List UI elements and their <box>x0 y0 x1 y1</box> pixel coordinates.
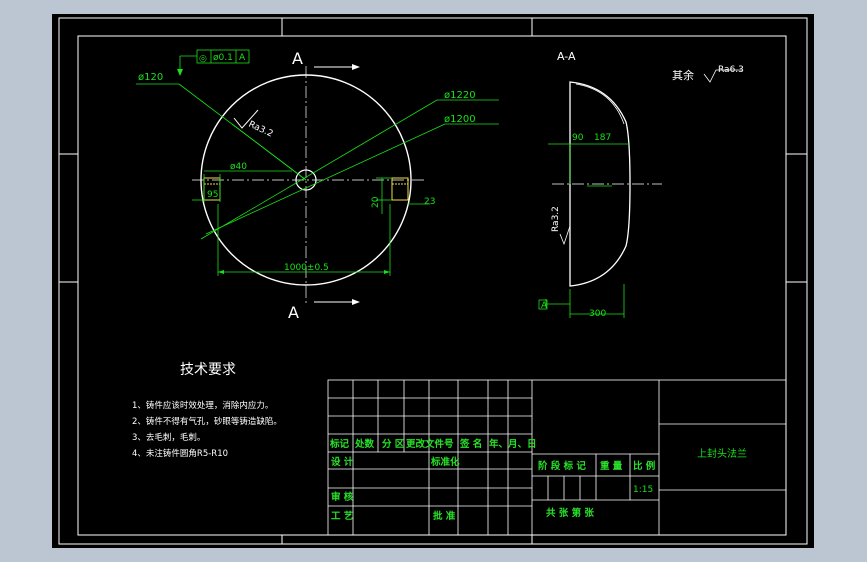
roughness-front: Ra3.2 <box>247 120 275 140</box>
svg-text:阶 段 标 记: 阶 段 标 记 <box>538 460 586 472</box>
svg-text:A: A <box>239 53 246 63</box>
svg-text:标准化: 标准化 <box>430 456 460 468</box>
title-block-labels: 标记 处数 分 区 更改文件号 签 名 年、月、日 设 计 标准化 审 核 工 … <box>329 438 747 522</box>
section-mark-top: A <box>292 49 303 68</box>
svg-text:重 量: 重 量 <box>600 460 623 472</box>
dim-90: 90 <box>572 133 584 143</box>
svg-text:年、月、日: 年、月、日 <box>489 438 537 450</box>
surface-note-label: 其余 <box>672 68 694 82</box>
svg-text:签 名: 签 名 <box>459 438 482 450</box>
tech-req-title: 技术要求 <box>180 362 236 378</box>
tech-req-item: 3、去毛刺，毛刺。 <box>132 432 205 443</box>
svg-text:1:15: 1:15 <box>633 485 653 495</box>
right-slot <box>391 177 409 201</box>
svg-text:分 区: 分 区 <box>382 438 405 450</box>
tech-req-item: 1、铸件应该时效处理，消除内应力。 <box>132 400 273 411</box>
section-view: A-A A 90 187 300 Ra3.2 <box>538 50 662 319</box>
dim-d1220: ø1220 <box>444 90 476 101</box>
dim-d1200: ø1200 <box>444 114 476 125</box>
dim-300: 300 <box>589 309 606 319</box>
svg-text:比 例: 比 例 <box>633 460 655 472</box>
svg-text:处数: 处数 <box>354 438 375 450</box>
tolerance-frame: ◎ ø0.1 A <box>196 49 250 64</box>
dim-187: 187 <box>594 133 611 143</box>
svg-text:◎: ◎ <box>199 54 207 64</box>
dim-d40: ø40 <box>230 162 247 172</box>
svg-text:标记: 标记 <box>329 438 350 450</box>
svg-text:ø0.1: ø0.1 <box>213 53 233 63</box>
dim-95: 95 <box>207 190 218 200</box>
section-title: A-A <box>557 50 576 63</box>
drawing-canvas: A A ø120 ø1220 ø1200 ø40 95 20 23 1000±0… <box>58 17 808 545</box>
dim-d120: ø120 <box>138 72 163 83</box>
dim-23: 23 <box>424 197 435 207</box>
cad-drawing-viewport[interactable]: A A ø120 ø1220 ø1200 ø40 95 20 23 1000±0… <box>52 14 814 548</box>
tech-req-item: 4、未注铸件圆角R5-R10 <box>132 448 228 459</box>
dim-1000: 1000±0.5 <box>284 263 329 273</box>
svg-text:批 准: 批 准 <box>433 510 456 522</box>
svg-text:A: A <box>541 301 548 311</box>
dim-20: 20 <box>371 196 381 208</box>
front-view: A A ø120 ø1220 ø1200 ø40 95 20 23 1000±0… <box>136 49 499 322</box>
svg-text:共 张 第 张: 共 张 第 张 <box>546 507 594 519</box>
tech-req-item: 2、铸件不得有气孔，砂眼等铸造缺陷。 <box>132 416 282 427</box>
svg-text:工 艺: 工 艺 <box>331 510 354 522</box>
part-name: 上封头法兰 <box>697 447 747 460</box>
svg-text:更改文件号: 更改文件号 <box>406 438 454 450</box>
roughness-section: Ra3.2 <box>551 206 561 232</box>
surface-note-roughness: Ra6.3 <box>718 65 744 75</box>
svg-text:设 计: 设 计 <box>331 456 354 468</box>
tech-requirements: 技术要求 1、铸件应该时效处理，消除内应力。 2、铸件不得有气孔，砂眼等铸造缺陷… <box>132 362 282 459</box>
section-mark-bottom: A <box>288 303 299 322</box>
svg-text:审 核: 审 核 <box>331 491 354 503</box>
